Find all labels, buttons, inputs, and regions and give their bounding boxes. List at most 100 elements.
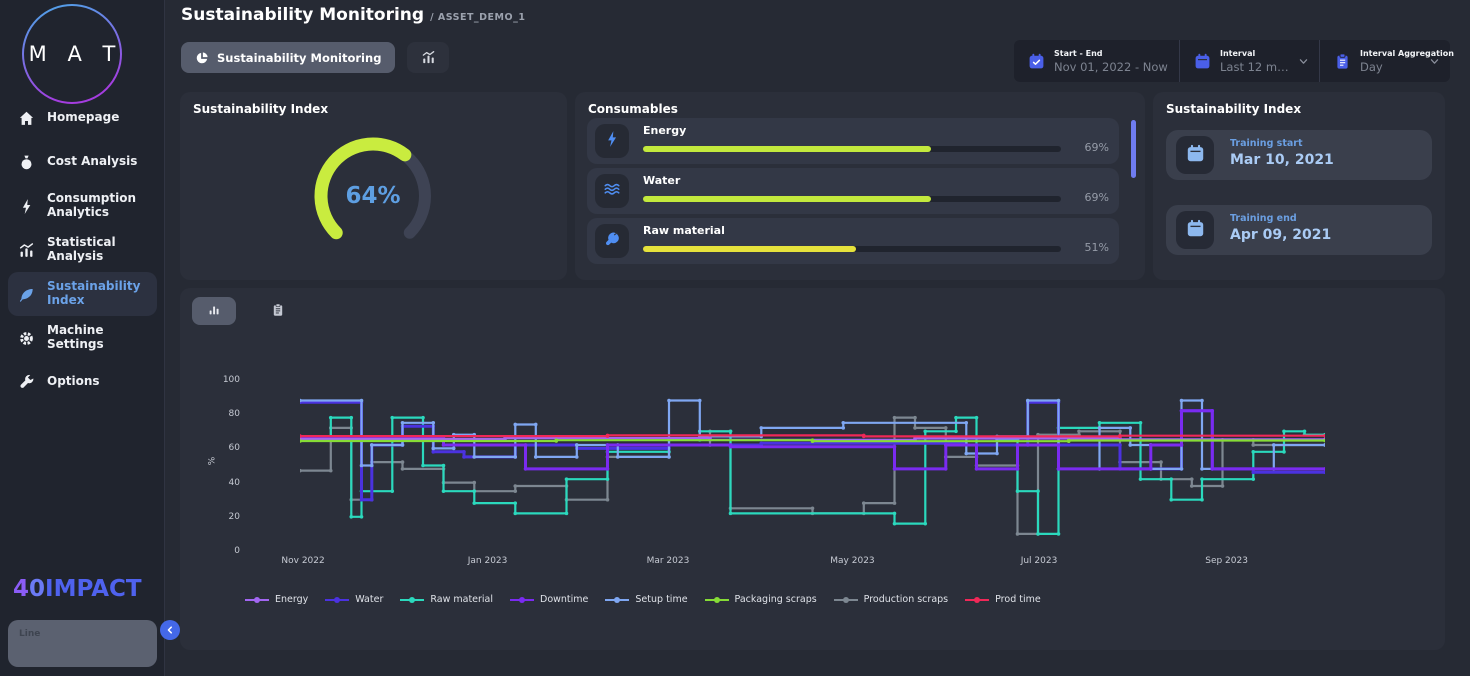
data-point bbox=[1169, 498, 1173, 502]
legend-swatch bbox=[244, 595, 270, 605]
legend-item-setup-time[interactable]: Setup time bbox=[604, 594, 687, 605]
control-value: Day bbox=[1360, 60, 1420, 74]
training-icon-box bbox=[1176, 211, 1214, 249]
sidebar-item-homepage[interactable]: Homepage bbox=[0, 96, 165, 140]
training-value: Mar 10, 2021 bbox=[1230, 152, 1334, 168]
progress-track bbox=[643, 196, 1061, 202]
line-chart bbox=[300, 373, 1325, 558]
scrollbar-thumb[interactable] bbox=[1131, 120, 1136, 178]
consumable-icon-box bbox=[595, 224, 629, 258]
data-point bbox=[1200, 498, 1204, 502]
y-tick: 60 bbox=[194, 443, 240, 453]
legend-item-prod-time[interactable]: Prod time bbox=[964, 594, 1041, 605]
data-point bbox=[1200, 399, 1204, 403]
data-point bbox=[565, 477, 569, 481]
data-point bbox=[1190, 484, 1194, 488]
sidebar-item-consumption-analytics[interactable]: Consumption Analytics bbox=[0, 184, 165, 228]
progress-fill bbox=[643, 246, 856, 252]
x-tick: Nov 2022 bbox=[281, 556, 324, 566]
data-point bbox=[667, 455, 671, 459]
data-point bbox=[360, 464, 364, 468]
sidebar-collapse-button[interactable] bbox=[160, 620, 180, 640]
control-interval[interactable]: Interval Last 12 mont bbox=[1179, 40, 1319, 82]
legend-item-downtime[interactable]: Downtime bbox=[509, 594, 588, 605]
bar-chart-toolbar-button[interactable] bbox=[192, 297, 236, 325]
data-point bbox=[349, 416, 353, 420]
progress-track bbox=[643, 146, 1061, 152]
clipboard-toolbar-button[interactable] bbox=[256, 297, 300, 325]
control-start-end[interactable]: Start - EndNov 01, 2022 - Now bbox=[1014, 40, 1179, 82]
data-point bbox=[1149, 443, 1153, 447]
sidebar-item-sustainability-index[interactable]: Sustainability Index bbox=[8, 272, 157, 316]
x-tick: Mar 2023 bbox=[647, 556, 690, 566]
mat-logo: M A T bbox=[21, 3, 123, 105]
data-point bbox=[349, 515, 353, 519]
data-point bbox=[462, 455, 466, 459]
tab-bar: Sustainability Monitoring bbox=[181, 42, 449, 73]
data-point bbox=[606, 477, 610, 481]
legend-item-packaging-scraps[interactable]: Packaging scraps bbox=[704, 594, 817, 605]
main-content: Sustainability Monitoring/ ASSET_DEMO_1 … bbox=[165, 0, 1470, 676]
training-icon-box bbox=[1176, 136, 1214, 174]
data-point bbox=[565, 512, 569, 516]
legend-item-energy[interactable]: Energy bbox=[244, 594, 308, 605]
control-value: Last 12 mont bbox=[1220, 60, 1289, 74]
legend-item-water[interactable]: Water bbox=[324, 594, 383, 605]
data-point bbox=[513, 501, 517, 505]
chevron-down-icon bbox=[1298, 56, 1309, 67]
leaf-icon bbox=[18, 286, 35, 303]
sidebar-item-machine-settings[interactable]: Machine Settings bbox=[0, 316, 165, 360]
control-interval-aggregation[interactable]: Interval AggregationDay bbox=[1319, 40, 1450, 82]
data-point bbox=[1323, 443, 1325, 447]
brand-logo: 40IMPACT bbox=[13, 576, 142, 602]
y-tick: 0 bbox=[194, 546, 240, 556]
money-bag-icon bbox=[18, 154, 35, 171]
y-axis-label: % bbox=[207, 457, 217, 466]
data-point bbox=[1272, 443, 1276, 447]
sidebar-item-cost-analysis[interactable]: Cost Analysis bbox=[0, 140, 165, 184]
water-icon bbox=[603, 180, 621, 202]
data-point bbox=[513, 489, 517, 493]
breadcrumb: / ASSET_DEMO_1 bbox=[430, 12, 525, 23]
consumable-row-water: Water69% bbox=[587, 168, 1119, 214]
data-point bbox=[1057, 467, 1061, 471]
wrench-icon bbox=[18, 374, 35, 391]
data-point bbox=[370, 498, 374, 502]
data-point bbox=[862, 435, 866, 439]
data-point bbox=[893, 501, 897, 505]
data-point bbox=[1016, 443, 1020, 447]
sidebar-item-statistical-analysis[interactable]: Statistical Analysis bbox=[0, 228, 165, 272]
legend-swatch bbox=[399, 595, 425, 605]
data-point bbox=[431, 450, 435, 454]
data-point bbox=[329, 469, 333, 473]
data-point bbox=[862, 501, 866, 505]
sidebar-item-options[interactable]: Options bbox=[0, 360, 165, 404]
clipboard-icon bbox=[271, 302, 285, 321]
legend-label: Raw material bbox=[430, 594, 493, 605]
chart-view-button[interactable] bbox=[407, 42, 449, 73]
x-tick: Jan 2023 bbox=[468, 556, 508, 566]
progress-percent: 51% bbox=[1085, 241, 1109, 254]
control-label: Interval bbox=[1220, 49, 1289, 58]
data-point bbox=[421, 416, 425, 420]
data-point bbox=[913, 416, 917, 420]
data-point bbox=[1169, 477, 1173, 481]
legend-item-raw-material[interactable]: Raw material bbox=[399, 594, 493, 605]
data-point bbox=[1036, 532, 1040, 536]
line-panel[interactable]: Line bbox=[8, 620, 157, 667]
data-point bbox=[1210, 467, 1214, 471]
data-point bbox=[923, 522, 927, 526]
data-point bbox=[944, 426, 948, 430]
control-text: Interval Last 12 mont bbox=[1220, 49, 1289, 74]
data-point bbox=[893, 416, 897, 420]
chart-card: % 020406080100 Nov 2022Jan 2023Mar 2023M… bbox=[180, 288, 1445, 650]
data-point bbox=[1210, 409, 1214, 413]
legend-swatch bbox=[964, 595, 990, 605]
bar-chart-icon bbox=[207, 302, 221, 321]
card-title: Sustainability Index bbox=[193, 102, 328, 116]
tab-sustainability-monitoring[interactable]: Sustainability Monitoring bbox=[181, 42, 395, 73]
legend-item-production-scraps[interactable]: Production scraps bbox=[833, 594, 948, 605]
data-point bbox=[1128, 426, 1132, 430]
data-point bbox=[534, 455, 538, 459]
data-point bbox=[995, 452, 999, 456]
